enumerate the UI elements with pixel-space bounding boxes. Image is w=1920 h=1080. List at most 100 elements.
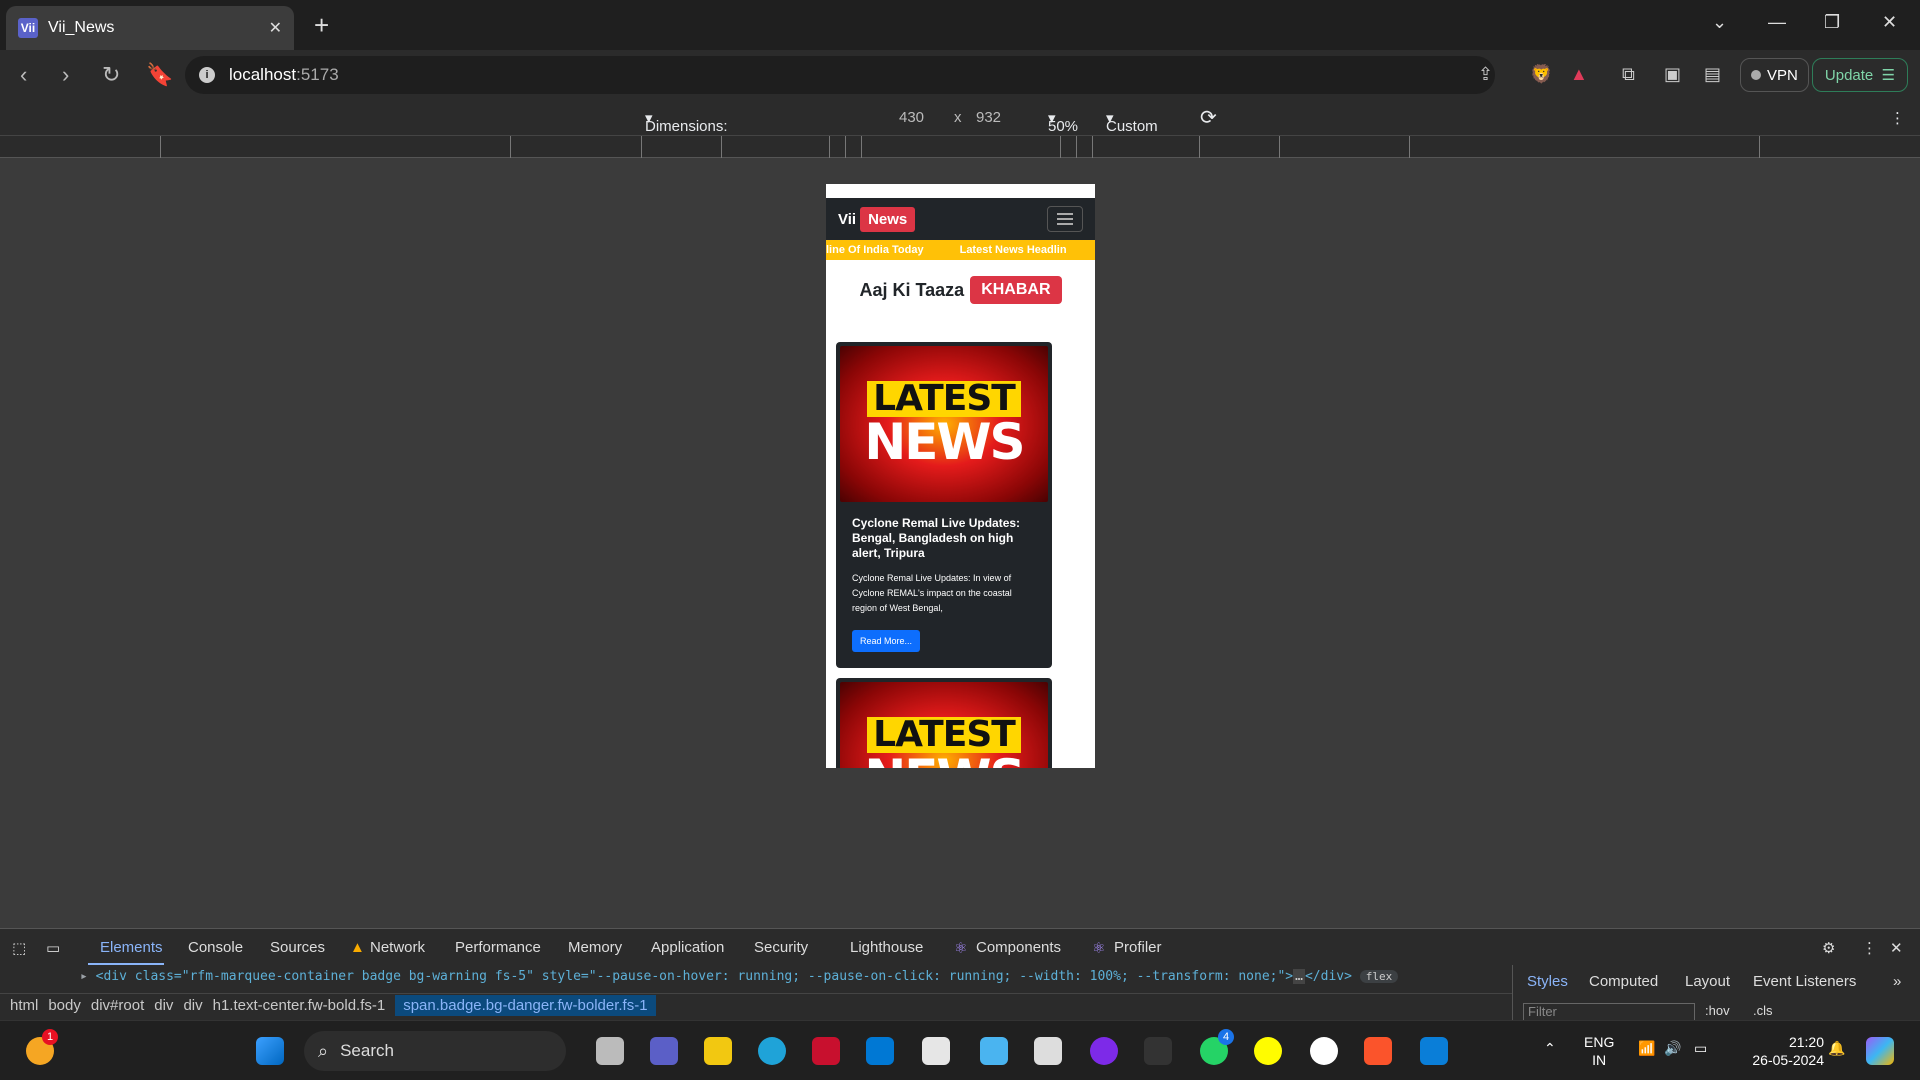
battery-icon[interactable]: ▭: [1694, 1039, 1707, 1057]
expand-arrow-icon[interactable]: ▸: [80, 969, 88, 984]
share-icon[interactable]: ⇪: [1478, 64, 1493, 85]
vpn-label: VPN: [1767, 66, 1798, 84]
read-more-button[interactable]: Read More...: [852, 630, 921, 652]
volume-icon[interactable]: 🔊: [1664, 1039, 1681, 1057]
tray-overflow-icon[interactable]: ⌃: [1544, 1039, 1556, 1057]
breadcrumb-item[interactable]: div#root: [91, 997, 144, 1014]
clock-time: 21:20: [1788, 1034, 1824, 1050]
extensions-icon[interactable]: ⧉: [1622, 64, 1635, 85]
devtools-more-icon[interactable]: ⋮: [1862, 939, 1877, 957]
navbar-toggle-button[interactable]: [1047, 206, 1083, 232]
vpn-button[interactable]: VPN: [1740, 58, 1809, 92]
reload-icon[interactable]: ↻: [102, 62, 120, 88]
news-marquee[interactable]: line Of India Today Latest News Headlin: [826, 240, 1095, 260]
more-options-icon[interactable]: ⋮: [1890, 109, 1905, 127]
language-code: ENG: [1584, 1034, 1615, 1050]
styles-pane: Styles Computed Layout Event Listeners »…: [1512, 965, 1920, 1023]
notepad-icon[interactable]: [980, 1037, 1008, 1065]
tab-layout[interactable]: Layout: [1685, 973, 1730, 990]
wallet-icon[interactable]: ▤: [1704, 64, 1721, 85]
new-tab-icon[interactable]: +: [314, 10, 329, 41]
breadcrumb-item[interactable]: html: [10, 997, 38, 1014]
device-toggle-icon[interactable]: ▭: [46, 939, 60, 957]
tab-lighthouse[interactable]: Lighthouse: [850, 939, 923, 956]
restore-icon[interactable]: ❐: [1824, 12, 1840, 33]
racing-game-icon[interactable]: [1034, 1037, 1062, 1065]
brave-icon[interactable]: [1364, 1037, 1392, 1065]
brave-rewards-icon[interactable]: ▲: [1570, 64, 1588, 85]
back-icon[interactable]: ‹: [20, 62, 27, 88]
mcafee-icon[interactable]: [812, 1037, 840, 1065]
clock[interactable]: 21:20 26-05-2024: [1736, 1033, 1824, 1069]
update-button[interactable]: Update ☰: [1812, 58, 1908, 92]
browser-tab[interactable]: Vii Vii_News ✕: [6, 6, 294, 50]
vscode-icon[interactable]: [1420, 1037, 1448, 1065]
breadcrumb-item[interactable]: div: [154, 997, 173, 1014]
tab-computed[interactable]: Computed: [1589, 973, 1658, 990]
language-indicator[interactable]: ENG IN: [1584, 1033, 1614, 1069]
github-icon[interactable]: [1310, 1037, 1338, 1065]
store-icon[interactable]: [922, 1037, 950, 1065]
breadcrumb-item[interactable]: body: [48, 997, 81, 1014]
devtools-settings-icon[interactable]: ⚙: [1822, 939, 1835, 957]
brave-shields-icon[interactable]: 🦁: [1530, 64, 1552, 85]
tab-performance[interactable]: Performance: [455, 939, 541, 956]
minimize-icon[interactable]: —: [1768, 12, 1786, 33]
dom-node-close: </div>: [1304, 969, 1352, 984]
tab-styles[interactable]: Styles: [1527, 973, 1568, 990]
network-app-icon[interactable]: [866, 1037, 894, 1065]
tab-sources[interactable]: Sources: [270, 939, 325, 956]
windows-start-icon[interactable]: [256, 1037, 284, 1065]
file-explorer-icon[interactable]: [704, 1037, 732, 1065]
browser-tab-strip: Vii Vii_News ✕ + ⌄ — ❐ ✕: [0, 0, 1920, 50]
rotate-icon[interactable]: ⟳: [1200, 105, 1217, 130]
tab-components[interactable]: Components: [976, 939, 1061, 956]
bookmark-icon[interactable]: 🔖: [146, 62, 173, 88]
breadcrumb-item-selected[interactable]: span.badge.bg-danger.fw-bolder.fs-1: [395, 995, 656, 1016]
device-height-input[interactable]: 932: [976, 109, 1001, 126]
hov-toggle[interactable]: :hov: [1705, 1003, 1730, 1018]
device-width-input[interactable]: 430: [899, 109, 924, 126]
copilot-icon[interactable]: [1866, 1037, 1894, 1065]
tab-application[interactable]: Application: [651, 939, 724, 956]
tab-elements[interactable]: Elements: [100, 939, 163, 956]
devtools-close-icon[interactable]: ✕: [1890, 939, 1903, 957]
snapchat-icon[interactable]: [1254, 1037, 1282, 1065]
edge-icon[interactable]: [758, 1037, 786, 1065]
task-view-icon[interactable]: [596, 1037, 624, 1065]
tab-memory[interactable]: Memory: [568, 939, 622, 956]
tab-close-icon[interactable]: ✕: [269, 18, 282, 38]
zoom-select[interactable]: 50% ▾: [1048, 109, 1078, 135]
ms-office-icon[interactable]: [1144, 1037, 1172, 1065]
throttle-select[interactable]: Custom ▾: [1106, 109, 1158, 135]
site-info-icon[interactable]: i: [199, 67, 215, 83]
teams-icon[interactable]: [650, 1037, 678, 1065]
media-query-ruler[interactable]: [0, 136, 1920, 158]
more-tabs-icon[interactable]: »: [1893, 973, 1901, 990]
headline-text: Aaj Ki Taaza: [859, 279, 965, 300]
cls-toggle[interactable]: .cls: [1753, 1003, 1773, 1018]
site-brand[interactable]: Vii News: [838, 206, 916, 232]
inspect-element-icon[interactable]: ⬚: [12, 939, 26, 957]
search-icon: ⌕: [318, 1040, 329, 1061]
taskbar-search[interactable]: ⌕ Search: [304, 1031, 566, 1071]
canva-icon[interactable]: [1090, 1037, 1118, 1065]
tab-security[interactable]: Security: [754, 939, 808, 956]
dom-tree-line[interactable]: ▸ <div class="rfm-marquee-container badg…: [80, 969, 1399, 984]
window-close-icon[interactable]: ✕: [1882, 12, 1897, 33]
tab-network[interactable]: Network: [370, 939, 425, 956]
tab-profiler[interactable]: Profiler: [1114, 939, 1162, 956]
flex-badge[interactable]: flex: [1359, 970, 1399, 983]
device-dimensions-select[interactable]: Dimensions: iPhone 14 Pro Max ▾: [645, 109, 728, 169]
tab-search-chevron-icon[interactable]: ⌄: [1712, 12, 1727, 33]
wifi-icon[interactable]: 📶: [1638, 1039, 1655, 1057]
breadcrumb-item[interactable]: div: [183, 997, 202, 1014]
tab-event-listeners[interactable]: Event Listeners: [1753, 973, 1856, 990]
sidebar-icon[interactable]: ▣: [1664, 64, 1681, 85]
ellipsis-badge[interactable]: …: [1293, 969, 1305, 984]
notification-bell-icon[interactable]: 🔔: [1828, 1039, 1845, 1057]
forward-icon[interactable]: ›: [62, 62, 69, 88]
tab-console[interactable]: Console: [188, 939, 243, 956]
breadcrumb-item[interactable]: h1.text-center.fw-bold.fs-1: [213, 997, 386, 1014]
address-field[interactable]: i localhost :5173: [185, 56, 1495, 94]
